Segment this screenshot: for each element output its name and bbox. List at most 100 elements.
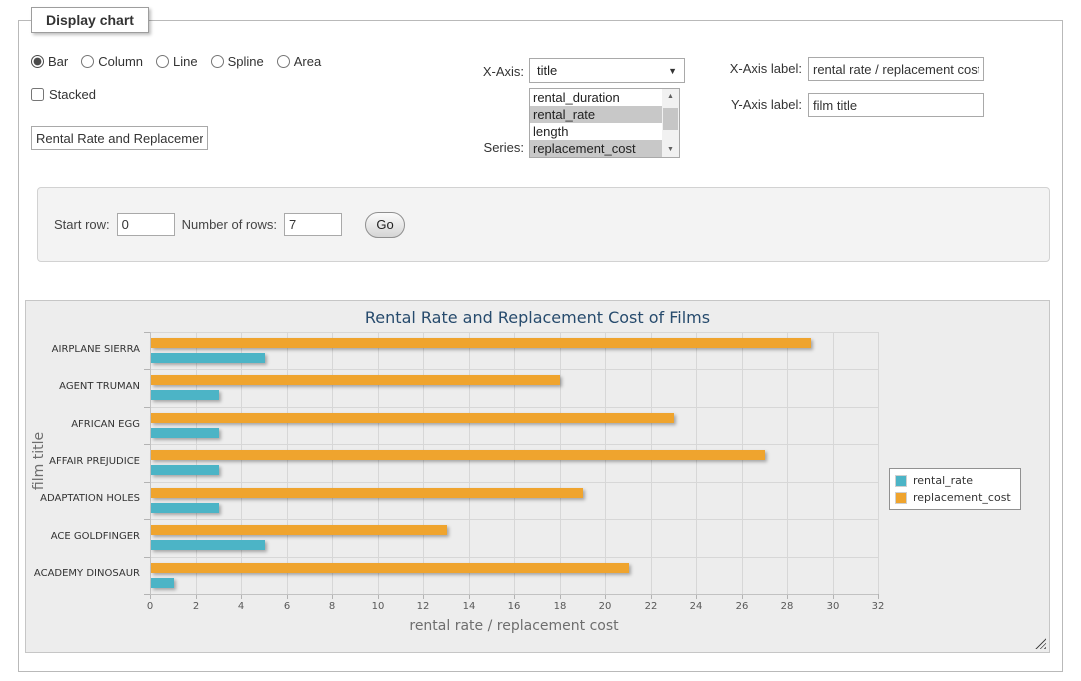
chart-type-radio-line[interactable] (156, 55, 169, 68)
x-tick-label: 14 (454, 601, 484, 612)
display-chart-panel: Display chart Bar Column Line Spline Are… (18, 20, 1063, 672)
bar-replacement_cost[interactable] (151, 563, 629, 573)
x-tick-label: 26 (727, 601, 757, 612)
x-tick-label: 20 (590, 601, 620, 612)
bar-rental_rate[interactable] (151, 503, 219, 513)
bar-replacement_cost[interactable] (151, 525, 447, 535)
x-axis-label-input[interactable] (808, 57, 984, 81)
legend-swatch-replacement_cost (895, 492, 907, 504)
stacked-option[interactable]: Stacked (31, 87, 96, 102)
x-axis-selected-value: title (537, 63, 557, 78)
x-tick-label: 18 (545, 601, 575, 612)
x-tick-label: 16 (499, 601, 529, 612)
gridline-vertical (196, 332, 197, 594)
gridline-vertical (833, 332, 834, 594)
x-tick-label: 22 (636, 601, 666, 612)
legend-swatch-rental_rate (895, 475, 907, 487)
chart-type-radio-bar[interactable] (31, 55, 44, 68)
series-options: rental_durationrental_ratelengthreplacem… (530, 89, 662, 157)
chart-type-label-spline: Spline (228, 54, 264, 69)
y-axis-line (150, 332, 151, 594)
row-controls-panel: Start row: Number of rows: Go (37, 187, 1050, 262)
gridline-vertical (878, 332, 879, 594)
bar-replacement_cost[interactable] (151, 338, 811, 348)
y-axis-title: film title (31, 330, 49, 592)
chart-type-option-spline[interactable]: Spline (211, 54, 264, 69)
panel-title: Display chart (31, 7, 149, 33)
chart-type-label-line: Line (173, 54, 198, 69)
bar-rental_rate[interactable] (151, 428, 219, 438)
chart-type-label-column: Column (98, 54, 143, 69)
chart-type-option-bar[interactable]: Bar (31, 54, 68, 69)
x-tick-label: 10 (363, 601, 393, 612)
chart-title: Rental Rate and Replacement Cost of Film… (26, 308, 1049, 327)
chart-title-input[interactable] (31, 126, 208, 150)
chart-type-group: Bar Column Line Spline Area (31, 54, 321, 69)
gridline-vertical (378, 332, 379, 594)
series-listbox[interactable]: rental_durationrental_ratelengthreplacem… (529, 88, 680, 158)
start-row-input[interactable] (117, 213, 175, 236)
bar-rental_rate[interactable] (151, 390, 219, 400)
gridline-vertical (696, 332, 697, 594)
bar-replacement_cost[interactable] (151, 450, 765, 460)
x-tick-label: 2 (181, 601, 211, 612)
bar-rental_rate[interactable] (151, 465, 219, 475)
bar-rental_rate[interactable] (151, 540, 265, 550)
y-axis-label-label: Y-Axis label: (669, 97, 802, 112)
gridline-vertical (560, 332, 561, 594)
x-tick-label: 28 (772, 601, 802, 612)
gridline-vertical (423, 332, 424, 594)
chart-type-radio-spline[interactable] (211, 55, 224, 68)
bar-replacement_cost[interactable] (151, 375, 560, 385)
gridline-vertical (469, 332, 470, 594)
legend-item-rental_rate[interactable]: rental_rate (895, 474, 1011, 487)
x-tick-label: 8 (317, 601, 347, 612)
plot-area: 02468101214161820222426283032AIRPLANE SI… (150, 332, 878, 594)
series-option-rental_duration[interactable]: rental_duration (530, 89, 662, 106)
gridline-vertical (651, 332, 652, 594)
bar-replacement_cost[interactable] (151, 413, 674, 423)
chart-type-label-area: Area (294, 54, 321, 69)
x-tick-label: 32 (863, 601, 893, 612)
start-row-label: Start row: (54, 217, 110, 232)
legend-label-rental_rate: rental_rate (913, 474, 973, 487)
number-of-rows-input[interactable] (284, 213, 342, 236)
stacked-label: Stacked (49, 87, 96, 102)
x-axis-label-label: X-Axis label: (669, 61, 802, 76)
chart-type-option-line[interactable]: Line (156, 54, 198, 69)
legend-label-replacement_cost: replacement_cost (913, 491, 1011, 504)
x-axis-tick (878, 594, 879, 599)
chart-type-option-area[interactable]: Area (277, 54, 321, 69)
number-of-rows-label: Number of rows: (182, 217, 277, 232)
x-tick-label: 24 (681, 601, 711, 612)
resize-handle-icon[interactable] (1035, 638, 1046, 649)
chart-type-radio-area[interactable] (277, 55, 290, 68)
x-tick-label: 30 (818, 601, 848, 612)
gridline-vertical (241, 332, 242, 594)
gridline-vertical (742, 332, 743, 594)
legend-item-replacement_cost[interactable]: replacement_cost (895, 491, 1011, 504)
stacked-checkbox[interactable] (31, 88, 44, 101)
gridline-vertical (605, 332, 606, 594)
bar-rental_rate[interactable] (151, 353, 265, 363)
gridline-vertical (787, 332, 788, 594)
scroll-down-icon[interactable]: ▼ (662, 142, 679, 157)
x-axis-select-label: X-Axis: (439, 64, 524, 79)
chart-type-option-column[interactable]: Column (81, 54, 143, 69)
x-tick-label: 0 (135, 601, 165, 612)
series-listbox-label: Series: (439, 140, 524, 155)
chart-legend: rental_rate replacement_cost (889, 468, 1021, 510)
bar-rental_rate[interactable] (151, 578, 174, 588)
chart-type-radio-column[interactable] (81, 55, 94, 68)
series-option-rental_rate[interactable]: rental_rate (530, 106, 662, 123)
x-tick-label: 4 (226, 601, 256, 612)
series-option-length[interactable]: length (530, 123, 662, 140)
bar-replacement_cost[interactable] (151, 488, 583, 498)
x-axis-select[interactable]: title ▼ (529, 58, 685, 83)
y-axis-label-input[interactable] (808, 93, 984, 117)
gridline-vertical (514, 332, 515, 594)
x-tick-label: 12 (408, 601, 438, 612)
x-axis-title: rental rate / replacement cost (150, 618, 878, 634)
series-option-replacement_cost[interactable]: replacement_cost (530, 140, 662, 157)
go-button[interactable]: Go (365, 212, 405, 238)
